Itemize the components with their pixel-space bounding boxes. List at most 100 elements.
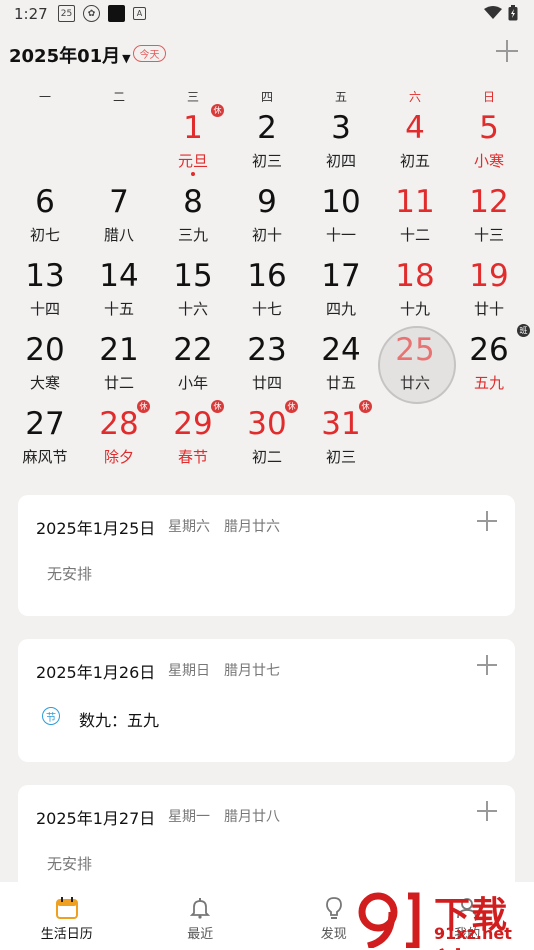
day-lunar-label: 初三 bbox=[325, 448, 356, 466]
day-number: 16 bbox=[247, 258, 287, 294]
holiday-badge: 休 bbox=[211, 400, 224, 413]
calendar-day[interactable]: 18 十九 bbox=[378, 252, 452, 326]
day-number: 6 bbox=[35, 184, 55, 220]
day-number: 21 bbox=[99, 332, 139, 368]
day-number: 10 bbox=[321, 184, 361, 220]
status-system-icons bbox=[484, 5, 518, 21]
calendar-day[interactable]: 7 腊八 bbox=[82, 178, 156, 252]
calendar-empty-cell bbox=[8, 104, 82, 178]
calendar-day[interactable]: 15 十六 bbox=[156, 252, 230, 326]
day-lunar-label: 三九 bbox=[177, 226, 208, 244]
calendar-day[interactable]: 6 初七 bbox=[8, 178, 82, 252]
holiday-badge: 休 bbox=[359, 400, 372, 413]
calendar-day[interactable]: 16 十七 bbox=[230, 252, 304, 326]
day-lunar-label: 初二 bbox=[251, 448, 282, 466]
calendar-day[interactable]: 19 廿十 bbox=[452, 252, 526, 326]
tab-life-calendar[interactable]: 生活日历 bbox=[0, 882, 134, 950]
day-number: 7 bbox=[109, 184, 129, 220]
calendar-day[interactable]: 23 廿四 bbox=[230, 326, 304, 400]
agenda-weekday: 星期六 bbox=[168, 519, 210, 535]
day-lunar-label: 大寒 bbox=[29, 374, 60, 392]
agenda-empty-text: 无安排 bbox=[47, 855, 93, 873]
agenda-event-text[interactable]: 数九：五九 bbox=[79, 707, 159, 731]
calendar-day[interactable]: 1 元旦休 bbox=[156, 104, 230, 178]
calendar-day[interactable]: 25 廿六 bbox=[378, 326, 456, 404]
day-agenda-card[interactable]: 2025年1月25日 星期六 腊月廿六 无安排 bbox=[18, 495, 515, 616]
day-lunar-label: 初七 bbox=[29, 226, 60, 244]
day-number: 5 bbox=[479, 110, 499, 146]
calendar-day[interactable]: 22 小年 bbox=[156, 326, 230, 400]
caret-down-icon: ▼ bbox=[122, 52, 131, 65]
app-notification-icon bbox=[108, 5, 125, 22]
calendar-day[interactable]: 14 十五 bbox=[82, 252, 156, 326]
tab-recent[interactable]: 最近 bbox=[134, 882, 268, 950]
calendar-empty-cell bbox=[82, 104, 156, 178]
day-lunar-label: 十七 bbox=[251, 300, 282, 318]
calendar-day[interactable]: 27 麻风节 bbox=[8, 400, 82, 474]
calendar-day[interactable]: 4 初五 bbox=[378, 104, 452, 178]
calendar-day[interactable]: 26 五九 班 bbox=[452, 324, 530, 400]
calendar-day[interactable]: 12 十三 bbox=[452, 178, 526, 252]
status-bar: 1:27 25 ✿ A bbox=[0, 0, 534, 28]
month-title: 2025年01月 bbox=[9, 46, 121, 67]
add-to-day-button[interactable] bbox=[477, 655, 497, 675]
day-number: 3 bbox=[331, 110, 351, 146]
day-number: 24 bbox=[321, 332, 361, 368]
wifi-icon bbox=[484, 6, 502, 19]
day-number: 19 bbox=[469, 258, 509, 294]
calendar-day[interactable]: 29 春节休 bbox=[156, 400, 230, 474]
day-number: 22 bbox=[173, 332, 213, 368]
today-button[interactable]: 今天 bbox=[133, 45, 166, 62]
day-number: 12 bbox=[469, 184, 509, 220]
day-lunar-label: 廿二 bbox=[103, 374, 134, 392]
calendar-day[interactable]: 21 廿二 bbox=[82, 326, 156, 400]
calendar-day[interactable]: 13 十四 bbox=[8, 252, 82, 326]
day-lunar-label: 廿六 bbox=[399, 374, 430, 392]
day-agenda-card[interactable]: 2025年1月27日 星期一 腊月廿八 无安排 bbox=[18, 785, 515, 895]
day-number: 15 bbox=[173, 258, 213, 294]
add-to-day-button[interactable] bbox=[477, 511, 497, 531]
day-lunar-label: 十三 bbox=[473, 226, 504, 244]
day-lunar-label: 十九 bbox=[399, 300, 430, 318]
event-dot bbox=[191, 172, 195, 176]
month-selector[interactable]: 2025年01月 ▼ bbox=[9, 42, 131, 68]
sync-icon: ✿ bbox=[83, 5, 100, 22]
site-watermark: 下载站 91xz.net bbox=[358, 886, 534, 950]
day-number: 4 bbox=[405, 110, 425, 146]
watermark-logo-icon bbox=[358, 892, 420, 948]
calendar-day[interactable]: 30 初二休 bbox=[230, 400, 304, 474]
calendar-day[interactable]: 11 十二 bbox=[378, 178, 452, 252]
calendar-day[interactable]: 3 初四 bbox=[304, 104, 378, 178]
calendar-day[interactable]: 10 十一 bbox=[304, 178, 378, 252]
day-lunar-label: 十一 bbox=[325, 226, 356, 244]
calendar-icon bbox=[55, 897, 78, 919]
day-lunar-label: 麻风节 bbox=[22, 448, 68, 466]
holiday-badge: 休 bbox=[137, 400, 150, 413]
add-to-day-button[interactable] bbox=[477, 801, 497, 821]
calendar-day[interactable]: 9 初十 bbox=[230, 178, 304, 252]
calendar-day[interactable]: 2 初三 bbox=[230, 104, 304, 178]
calendar-day[interactable]: 28 除夕休 bbox=[82, 400, 156, 474]
day-lunar-label: 除夕 bbox=[103, 448, 134, 466]
add-event-button[interactable] bbox=[496, 40, 518, 62]
agenda-date: 2025年1月27日 bbox=[36, 809, 156, 828]
day-lunar-label: 初五 bbox=[399, 152, 430, 170]
day-lunar-label: 元旦 bbox=[177, 152, 208, 170]
calendar-day[interactable]: 8 三九 bbox=[156, 178, 230, 252]
tab-label: 生活日历 bbox=[40, 927, 93, 942]
calendar-day[interactable]: 5 小寒 bbox=[452, 104, 526, 178]
calendar-day[interactable]: 20 大寒 bbox=[8, 326, 82, 400]
day-lunar-label: 四九 bbox=[325, 300, 356, 318]
agenda-weekday: 星期日 bbox=[168, 663, 210, 679]
calendar-day[interactable]: 31 初三休 bbox=[304, 400, 378, 474]
calendar-day[interactable]: 24 廿五 bbox=[304, 326, 378, 400]
battery-icon bbox=[508, 5, 518, 21]
day-lunar-label: 初三 bbox=[251, 152, 282, 170]
calendar-day[interactable]: 17 四九 bbox=[304, 252, 378, 326]
day-number: 23 bbox=[247, 332, 287, 368]
day-lunar-label: 廿十 bbox=[473, 300, 504, 318]
agenda-empty-text: 无安排 bbox=[47, 565, 93, 583]
agenda-lunar-date: 腊月廿八 bbox=[224, 809, 280, 825]
day-agenda-card[interactable]: 2025年1月26日 星期日 腊月廿七 节 数九：五九 bbox=[18, 639, 515, 762]
calendar-notification-icon: 25 bbox=[58, 5, 75, 22]
